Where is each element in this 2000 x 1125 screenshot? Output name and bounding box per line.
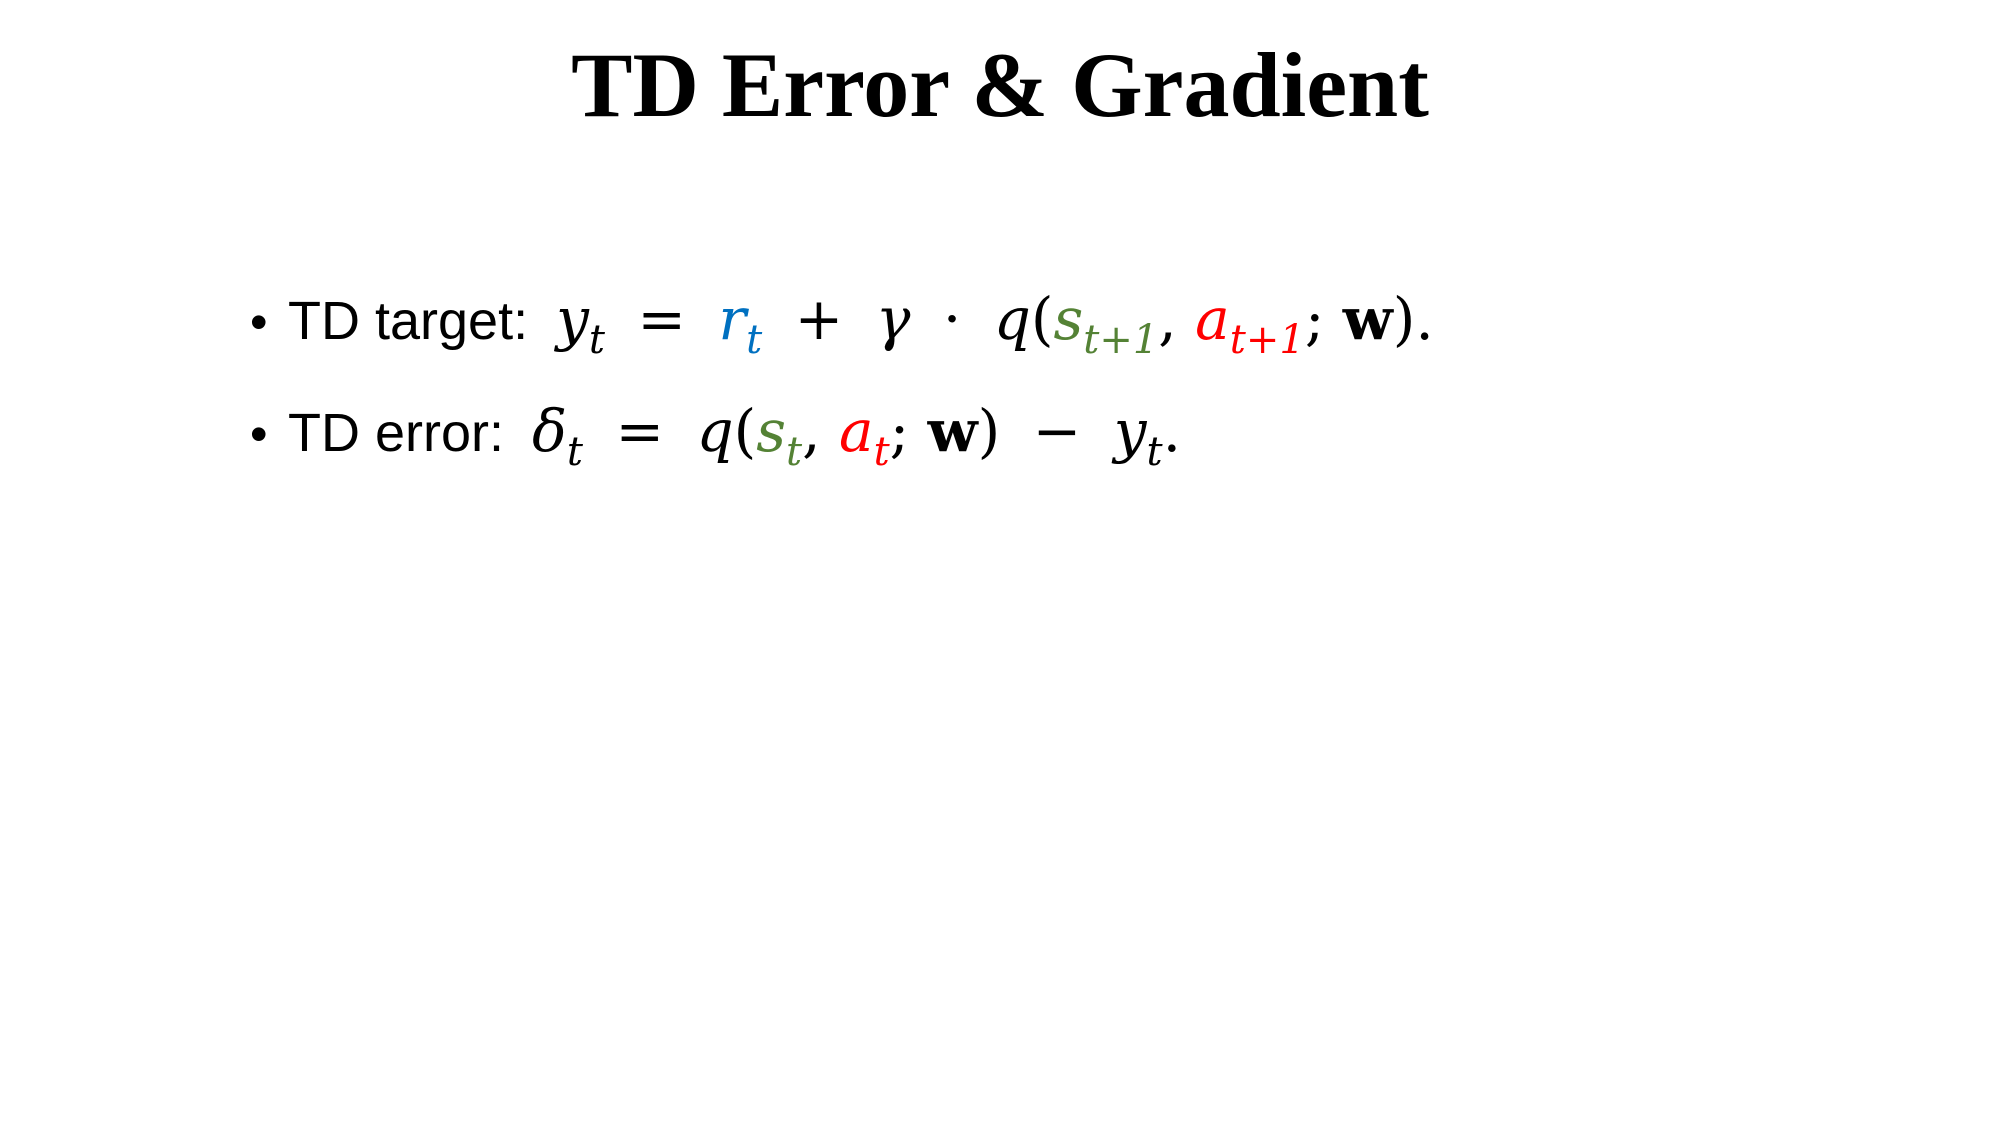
math-rparen: ) — [1392, 285, 1416, 353]
slide: TD Error & Gradient • TD target: yt = rt… — [0, 0, 2000, 1125]
math-period: . — [1162, 397, 1181, 465]
math-sub: t — [1146, 429, 1163, 475]
math-lparen: ( — [733, 397, 757, 465]
math-a: a — [838, 397, 874, 465]
math-plus: + — [794, 285, 844, 353]
bullet-list: • TD target: yt = rt + γ · q(st+1, at+1;… — [250, 285, 1950, 509]
math-comma: , — [1158, 285, 1177, 353]
bullet-marker: • — [250, 406, 268, 462]
math-s: s — [756, 397, 787, 465]
td-target-formula: yt = rt + γ · q(st+1, at+1; w). — [556, 285, 1434, 360]
bullet-marker: • — [250, 294, 268, 350]
math-sub: t — [588, 317, 605, 363]
math-equals: = — [637, 285, 686, 353]
math-r: r — [718, 285, 747, 353]
td-error-formula: δt = q(st, at; w) − yt. — [532, 397, 1181, 472]
math-s: s — [1053, 285, 1084, 353]
math-gamma: γ — [875, 285, 911, 353]
math-semicolon: ; — [1304, 285, 1325, 353]
bullet-label: TD target: — [288, 291, 529, 351]
math-a: a — [1195, 285, 1230, 353]
math-dot: · — [942, 285, 962, 353]
math-delta: δ — [532, 397, 567, 465]
bullet-td-target: • TD target: yt = rt + γ · q(st+1, at+1;… — [250, 285, 1950, 397]
math-comma: , — [802, 397, 821, 465]
math-equals: = — [615, 397, 665, 465]
bullet-label: TD error: — [288, 403, 504, 463]
math-sub: t+1 — [1229, 317, 1305, 363]
math-semicolon: ; — [889, 397, 910, 465]
math-sub: t+1 — [1083, 317, 1159, 363]
math-q: q — [993, 285, 1031, 353]
math-w: w — [1342, 285, 1393, 353]
math-sub: t — [873, 429, 890, 475]
math-sub: t — [746, 317, 763, 363]
math-y: y — [556, 285, 589, 353]
math-minus: − — [1032, 397, 1082, 465]
math-y: y — [1113, 397, 1147, 465]
slide-title: TD Error & Gradient — [571, 34, 1429, 136]
math-lparen: ( — [1030, 285, 1054, 353]
math-sub: t — [566, 429, 583, 475]
bullet-td-error: • TD error: δt = q(st, at; w) − yt. — [250, 397, 1950, 509]
math-rparen: ) — [977, 397, 1001, 465]
math-q: q — [696, 397, 734, 465]
math-period: . — [1415, 285, 1434, 353]
math-w: w — [927, 397, 978, 465]
math-sub: t — [786, 429, 803, 475]
